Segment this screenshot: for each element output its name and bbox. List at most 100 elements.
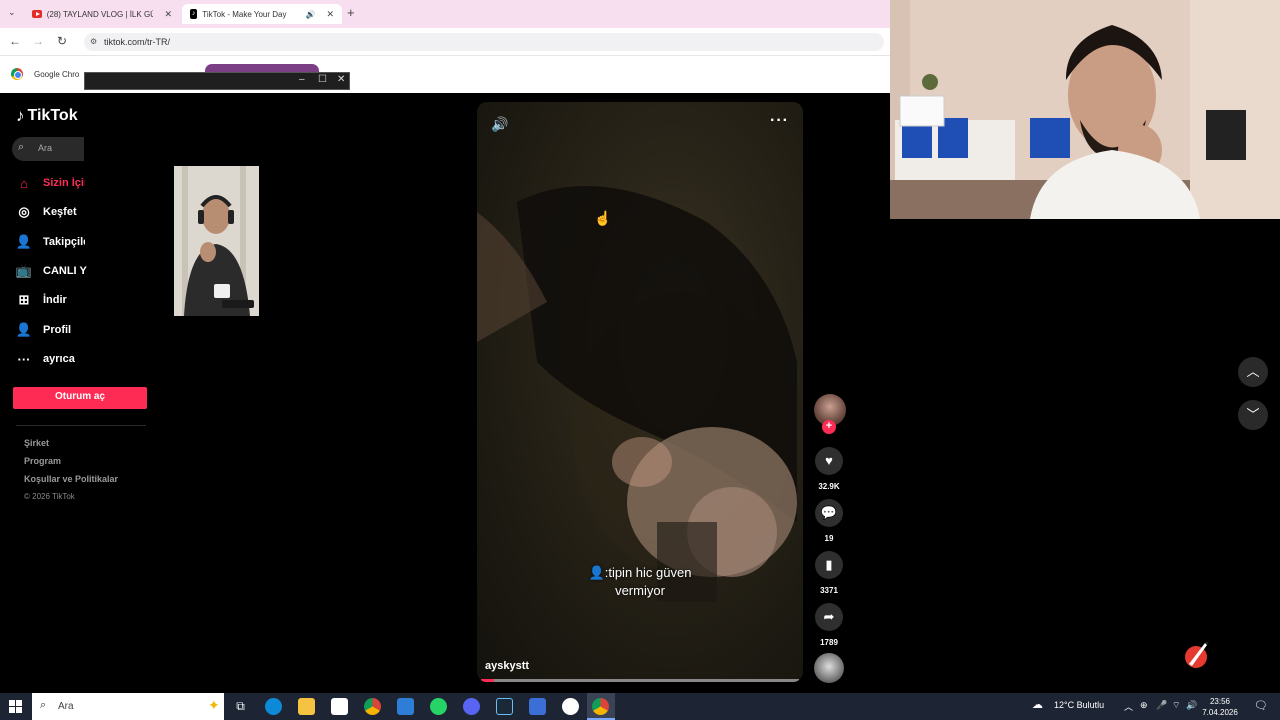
weather-text[interactable]: 12°C Bulutlu bbox=[1054, 700, 1104, 710]
compass-icon: ◎ bbox=[18, 204, 30, 219]
tiktok-logo[interactable]: ♪ TikTok bbox=[16, 106, 78, 126]
clock-time: 23:56 bbox=[1209, 697, 1231, 706]
sidebar-divider bbox=[16, 425, 146, 426]
tiktok-icon: ♪ bbox=[190, 9, 198, 19]
more-icon: ··· bbox=[17, 351, 31, 367]
footer-link-program[interactable]: Program bbox=[24, 456, 61, 466]
nav-profile-label: Profil bbox=[43, 324, 72, 336]
webcam-overlay-large bbox=[890, 0, 1280, 219]
app-icon[interactable] bbox=[529, 698, 546, 715]
taskbar-active-chrome[interactable] bbox=[587, 693, 615, 720]
clock-date: 7.04.2026 bbox=[1202, 708, 1238, 717]
discord-icon[interactable] bbox=[463, 698, 480, 715]
reload-icon[interactable]: ↻ bbox=[54, 34, 70, 48]
video-progress-bar[interactable] bbox=[481, 679, 799, 682]
copyright: © 2026 TikTok bbox=[24, 492, 75, 501]
tab-tiktok[interactable]: ♪ TikTok - Make Your Day 🔊 ✕ bbox=[182, 4, 342, 24]
comment-icon: 💬 bbox=[820, 505, 838, 520]
follow-plus-icon[interactable]: + bbox=[822, 420, 836, 434]
weather-icon: ☁ bbox=[1032, 699, 1043, 711]
taskbar-search-box[interactable]: ⌕ Ara ✦ bbox=[32, 693, 224, 720]
volume-icon[interactable]: 🔊 bbox=[491, 116, 508, 133]
nav-explore[interactable]: ◎ Keşfet bbox=[16, 202, 77, 222]
close-tab-icon[interactable]: ✕ bbox=[326, 9, 334, 20]
edge-icon[interactable] bbox=[265, 698, 282, 715]
nav-download[interactable]: ⊞ İndir bbox=[16, 290, 67, 310]
login-button[interactable]: Oturum aç bbox=[13, 387, 147, 409]
obs-icon[interactable] bbox=[562, 698, 579, 715]
taskbar-clock[interactable]: 23:56 7.04.2026 bbox=[1195, 696, 1245, 718]
microphone-icon[interactable]: 🎤 bbox=[1156, 700, 1167, 711]
mouse-cursor-icon: ☝ bbox=[594, 210, 612, 226]
video-caption: 👤:tipin hic güven vermiyor bbox=[477, 564, 803, 600]
nav-for-you[interactable]: ⌂ Sizin İçin bbox=[16, 173, 85, 193]
taskbar-search-placeholder: Ara bbox=[58, 701, 74, 712]
nav-more[interactable]: ··· ayrıca bbox=[16, 349, 75, 369]
tray-overflow-icon[interactable]: ︿ bbox=[1124, 700, 1133, 713]
person-silhouette bbox=[174, 166, 259, 316]
close-tab-icon[interactable]: ✕ bbox=[164, 9, 172, 20]
download-icon: ⊞ bbox=[18, 292, 30, 307]
chevron-up-icon: ︿ bbox=[1246, 364, 1260, 379]
share-icon: ➦ bbox=[823, 609, 835, 624]
close-icon[interactable]: ✕ bbox=[337, 74, 345, 85]
speaker-icon[interactable]: 🔊 bbox=[305, 10, 315, 19]
heart-icon: ♥ bbox=[825, 453, 833, 468]
tab-list-chevron-icon[interactable]: ⌄ bbox=[8, 7, 16, 18]
caption-line-1: 👤:tipin hic güven bbox=[588, 565, 692, 580]
following-icon: 👤 bbox=[15, 234, 33, 249]
tiktok-brand-text: TikTok bbox=[27, 107, 78, 124]
minimize-icon[interactable]: – bbox=[299, 74, 305, 85]
save-button[interactable]: ▮ bbox=[815, 551, 843, 579]
task-view-icon[interactable]: ⧉ bbox=[232, 698, 249, 715]
forward-icon[interactable]: → bbox=[30, 34, 46, 48]
video-player[interactable]: 🔊 ··· 👤:tipin hic güven vermiyor ayskyst… bbox=[477, 102, 803, 682]
chrome-icon[interactable] bbox=[364, 698, 381, 715]
maximize-icon[interactable]: ☐ bbox=[318, 74, 327, 85]
nav-following[interactable]: 👤 Takipçile bbox=[16, 232, 85, 252]
url-field[interactable]: ⚙ tiktok.com/tr-TR/ bbox=[84, 33, 884, 51]
like-button[interactable]: ♥ bbox=[815, 447, 843, 475]
wifi-icon[interactable]: ⌔ bbox=[1172, 700, 1180, 711]
video-author[interactable]: ayskystt bbox=[485, 660, 529, 672]
search-highlight-icon: ✦ bbox=[208, 697, 220, 713]
back-icon[interactable]: ← bbox=[7, 34, 23, 48]
save-count: 3371 bbox=[820, 586, 838, 595]
previous-video-button[interactable]: ︿ bbox=[1238, 357, 1268, 387]
music-disc-avatar[interactable] bbox=[814, 653, 844, 683]
whatsapp-icon[interactable] bbox=[430, 698, 447, 715]
tiktok-note-icon: ♪ bbox=[16, 106, 25, 125]
footer-link-terms[interactable]: Koşullar ve Politikalar bbox=[24, 474, 118, 484]
comment-button[interactable]: 💬 bbox=[815, 499, 843, 527]
steam-icon[interactable] bbox=[496, 698, 513, 715]
file-explorer-icon[interactable] bbox=[298, 698, 315, 715]
mail-icon[interactable] bbox=[397, 698, 414, 715]
pen-logo-icon bbox=[1185, 641, 1209, 668]
more-options-icon[interactable]: ··· bbox=[770, 112, 789, 130]
webcam-overlay-small bbox=[174, 166, 259, 316]
tab-youtube[interactable]: (28) TAYLAND VLOG | İLK GÜNÜ ✕ bbox=[24, 4, 180, 24]
floating-window-titlebar[interactable]: – ☐ ✕ bbox=[84, 72, 350, 90]
url-text: tiktok.com/tr-TR/ bbox=[104, 37, 171, 47]
nav-profile[interactable]: 👤 Profil bbox=[16, 320, 71, 340]
nav-following-label: Takipçile bbox=[43, 236, 85, 248]
nav-live-label: CANLI Y bbox=[43, 265, 87, 277]
footer-link-company[interactable]: Şirket bbox=[24, 438, 49, 448]
nav-explore-label: Keşfet bbox=[43, 206, 77, 218]
comment-count: 19 bbox=[824, 534, 834, 543]
tiktok-search-input[interactable]: ⌕ Ara bbox=[12, 137, 84, 161]
network-icon[interactable]: ⊕ bbox=[1140, 700, 1148, 711]
new-tab-icon[interactable]: + bbox=[347, 5, 355, 20]
notification-icon[interactable]: 🗨 bbox=[1254, 699, 1268, 712]
next-video-button[interactable]: ﹀ bbox=[1238, 400, 1268, 430]
infobar-text: Google Chro bbox=[34, 70, 80, 79]
home-icon: ⌂ bbox=[20, 175, 28, 191]
tiktok-search-placeholder: Ara bbox=[38, 143, 53, 153]
share-button[interactable]: ➦ bbox=[815, 603, 843, 631]
windows-start-icon[interactable] bbox=[9, 700, 22, 713]
like-count: 32.9K bbox=[818, 482, 840, 491]
chrome-logo-icon bbox=[11, 68, 23, 80]
store-icon[interactable] bbox=[331, 698, 348, 715]
nav-live[interactable]: 📺 CANLI Y bbox=[16, 261, 87, 281]
site-info-icon[interactable]: ⚙ bbox=[90, 33, 97, 51]
